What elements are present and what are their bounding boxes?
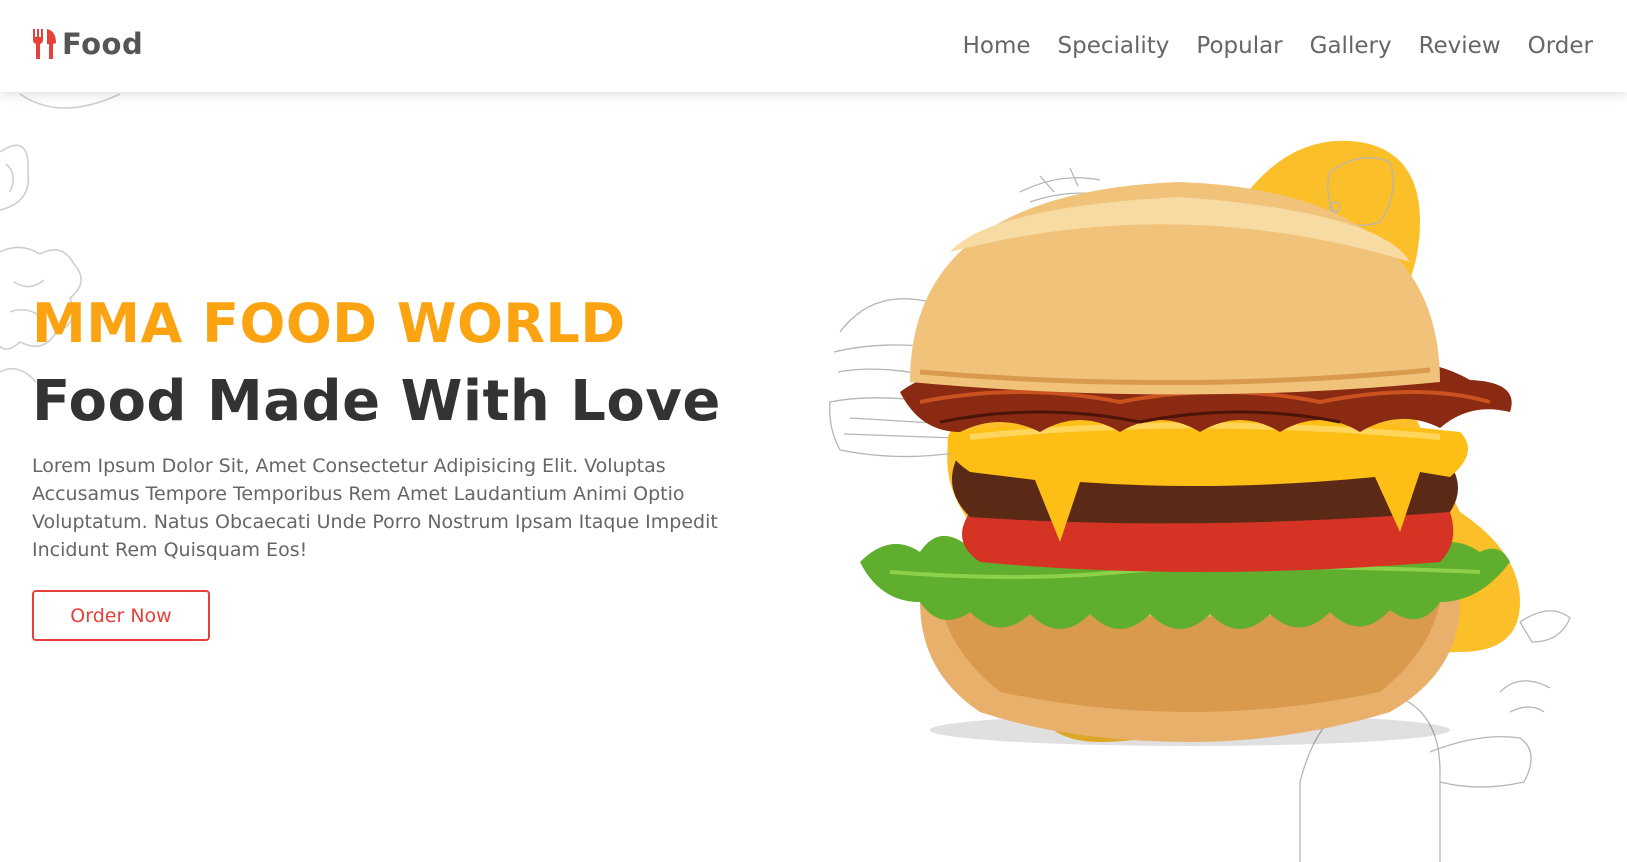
nav-order[interactable]: Order (1528, 26, 1593, 66)
site-header: Food Home Speciality Popular Gallery Rev… (0, 0, 1627, 92)
nav-gallery[interactable]: Gallery (1310, 26, 1392, 66)
logo-text: Food (62, 27, 144, 61)
hero-content: MMA FOOD WORLD Food Made With Love Lorem… (32, 292, 792, 641)
hero-description: Lorem Ipsum Dolor Sit, Amet Consectetur … (32, 455, 718, 561)
main-nav: Home Speciality Popular Gallery Review O… (963, 26, 1593, 66)
burger-visual (829, 140, 1571, 862)
nav-speciality[interactable]: Speciality (1058, 26, 1170, 66)
utensils-icon (33, 29, 56, 59)
nav-review[interactable]: Review (1419, 26, 1501, 66)
nav-popular[interactable]: Popular (1196, 26, 1282, 66)
order-now-button[interactable]: Order Now (32, 590, 210, 641)
hero-headline: Food Made With Love (32, 369, 721, 434)
nav-home[interactable]: Home (963, 26, 1031, 66)
logo-link[interactable]: Food (32, 24, 143, 64)
home-section: MMA FOOD WORLD Food Made With Love Lorem… (0, 92, 1627, 862)
hero-eyebrow: MMA FOOD WORLD (32, 292, 626, 355)
